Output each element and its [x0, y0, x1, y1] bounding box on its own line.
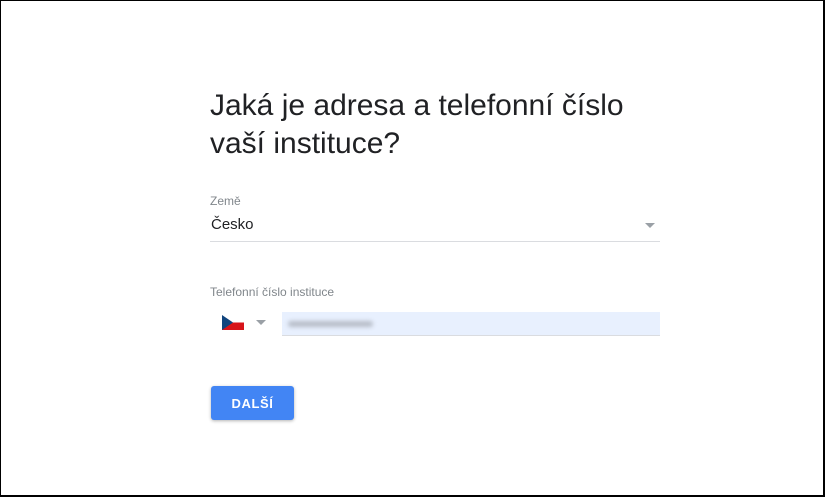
dropdown-caret-icon	[645, 223, 655, 228]
country-code-caret-icon	[256, 320, 266, 325]
country-label: Země	[210, 194, 241, 208]
app-window: Jaká je adresa a telefonní číslo vaší in…	[1, 1, 823, 495]
phone-field	[210, 312, 660, 336]
country-value: Česko	[211, 216, 254, 233]
czech-flag-icon	[222, 315, 244, 330]
page-title: Jaká je adresa a telefonní číslo vaší in…	[210, 89, 624, 160]
country-select[interactable]: Česko	[210, 209, 660, 242]
redacted-phone-value	[288, 321, 373, 327]
phone-label: Telefonní číslo instituce	[210, 285, 335, 299]
country-code-picker[interactable]	[210, 312, 280, 336]
next-button[interactable]: DALŠÍ	[211, 386, 294, 420]
